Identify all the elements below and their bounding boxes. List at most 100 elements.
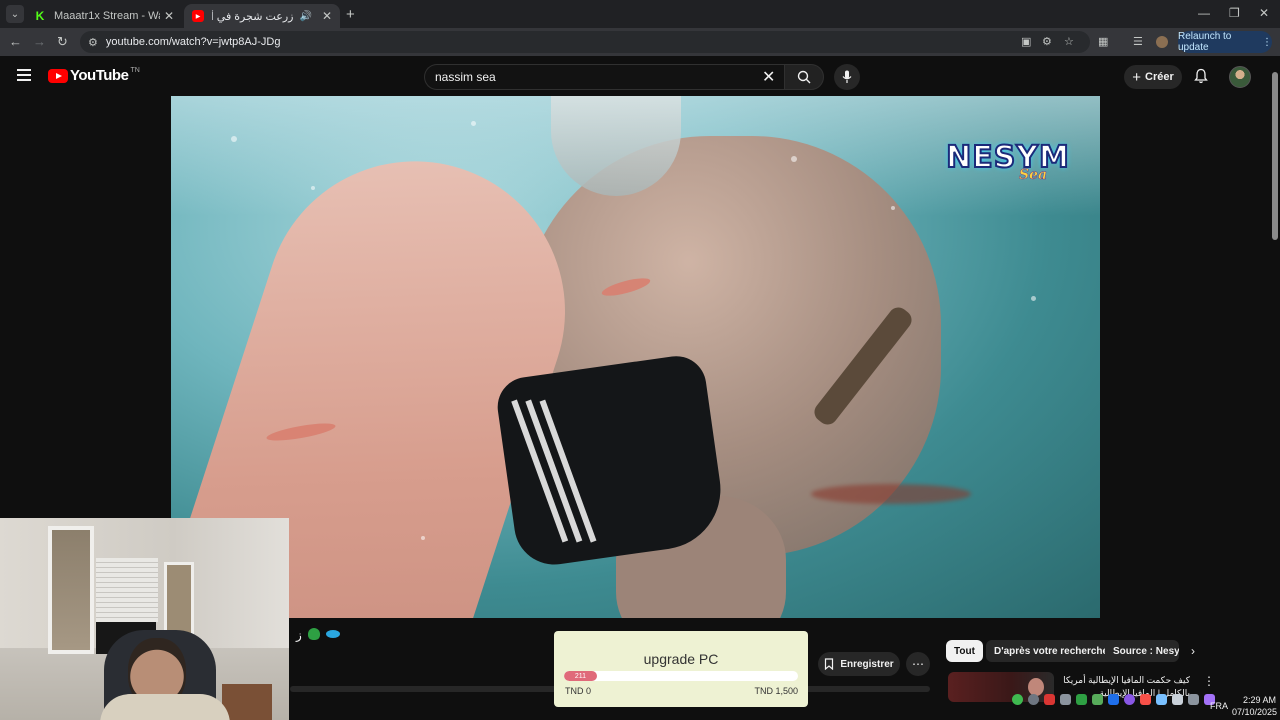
restore-icon[interactable]: ❐ [1229, 6, 1240, 20]
browser-tab-youtube[interactable]: ▶ زرعت شجرة في أعماق البحر 🔊 ✕ [184, 4, 340, 28]
channel-watermark-logo: NESYM Sea [944, 130, 1072, 192]
tray-nvidia-icon[interactable] [1076, 694, 1087, 705]
tray-network-icon[interactable] [1188, 694, 1199, 705]
page-scrollbar[interactable] [1272, 72, 1278, 240]
more-actions-button[interactable]: ⋯ [906, 652, 930, 676]
donation-max-label: TND 1,500 [754, 686, 798, 696]
search-input[interactable]: nassim sea [424, 64, 784, 90]
profile-icon[interactable] [1156, 36, 1168, 48]
create-button[interactable]: + Créer [1124, 65, 1182, 89]
create-label: Créer [1145, 71, 1174, 83]
chip-all[interactable]: Tout [946, 640, 983, 662]
youtube-play-icon [48, 68, 68, 83]
video-player[interactable]: NESYM Sea [171, 96, 1100, 618]
tray-app-icon[interactable] [1156, 694, 1167, 705]
back-icon[interactable]: ← [9, 34, 22, 49]
window-close-icon[interactable]: ✕ [1259, 6, 1269, 20]
tray-volume-icon[interactable] [1060, 694, 1071, 705]
donation-current-label: 211 [574, 672, 587, 680]
video-frame-shorts [493, 352, 729, 570]
clock-time: 2:29 AM [1242, 695, 1276, 705]
tab-search-button[interactable]: ⌄ [6, 5, 24, 23]
reading-list-icon[interactable]: ☰ [1133, 35, 1143, 48]
tab-close-icon[interactable]: ✕ [164, 9, 174, 23]
tray-app-icon[interactable] [1012, 694, 1023, 705]
title-letter: ز [296, 628, 302, 642]
watermark-sub-text: Sea [1018, 166, 1048, 183]
kick-icon: K [35, 9, 45, 23]
tab-close-icon[interactable]: ✕ [322, 9, 332, 23]
chevron-right-icon[interactable]: › [1191, 644, 1195, 658]
translate-icon[interactable]: ⚙ [1042, 35, 1052, 48]
browser-tab-kick[interactable]: K Maaatr1x Stream - Watch Live o ✕ [26, 4, 182, 28]
save-button[interactable]: Enregistrer [818, 652, 900, 676]
youtube-logo[interactable]: YouTube TN [48, 67, 140, 84]
system-tray [1012, 694, 1215, 705]
account-avatar[interactable] [1229, 66, 1251, 88]
chip-source-channel[interactable]: Source : Nesym [1105, 640, 1179, 662]
plus-icon: + [1132, 68, 1141, 86]
video-frame-bubble [791, 156, 797, 162]
menu-dots-icon: ⋮ [1262, 36, 1272, 48]
forward-icon[interactable]: → [33, 34, 46, 49]
hamburger-menu-icon[interactable] [17, 69, 31, 81]
tab-title: زرعت شجرة في أعماق البحر [212, 10, 294, 23]
video-frame-fish-blur [811, 484, 971, 504]
chip-label: Source : Nesym [1113, 645, 1179, 657]
minimize-icon[interactable]: — [1198, 6, 1210, 20]
url-text: youtube.com/watch?v=jwtp8AJ-JDg [105, 36, 281, 48]
donation-progress-fill: 211 [564, 671, 597, 681]
speaker-icon[interactable]: 🔊 [299, 11, 311, 22]
reload-icon[interactable]: ↻ [57, 34, 68, 50]
webcam-window-shutter [96, 558, 158, 622]
save-label: Enregistrer [840, 658, 894, 670]
youtube-icon: ▶ [192, 10, 204, 22]
tray-microphone-icon[interactable] [1172, 694, 1183, 705]
streamer-webcam-overlay [0, 518, 289, 720]
relaunch-label: Relaunch to update [1178, 31, 1232, 53]
address-bar[interactable]: ⚙ youtube.com/watch?v=jwtp8AJ-JDg [80, 31, 1090, 53]
search-value: nassim sea [435, 70, 496, 84]
video-title-fragment: ز [296, 628, 340, 642]
site-info-icon[interactable]: ⚙ [88, 36, 98, 49]
webcam-cabinet [222, 684, 272, 720]
webcam-streamer-body [100, 694, 230, 720]
chip-label: Tout [954, 645, 975, 657]
tray-app-icon[interactable] [1092, 694, 1103, 705]
tray-mic-muted-icon[interactable] [1044, 694, 1055, 705]
watermark-main-text: NESYM [945, 139, 1070, 176]
install-app-icon[interactable]: ▣ [1021, 35, 1031, 48]
video-frame-bubble [471, 121, 476, 126]
donation-goal-widget: upgrade PC 211 TND 0 TND 1,500 [554, 631, 808, 707]
voice-search-button[interactable] [834, 64, 860, 90]
clear-search-icon[interactable]: ✕ [762, 67, 775, 87]
more-horizontal-icon: ⋯ [912, 657, 924, 671]
extensions-icon[interactable]: ▦ [1098, 35, 1108, 48]
donation-progress-track: 211 [564, 671, 798, 681]
tray-record-icon[interactable] [1140, 694, 1151, 705]
new-tab-icon[interactable]: + [346, 6, 355, 23]
region-code: TN [130, 67, 140, 74]
clock-date: 07/10/2025 [1232, 707, 1278, 717]
tray-app-icon[interactable] [1028, 694, 1039, 705]
donation-min-label: TND 0 [565, 686, 592, 696]
youtube-logo-text: YouTube [70, 67, 129, 84]
video-frame-bubble [421, 536, 425, 540]
fish-emoji-icon [325, 630, 340, 638]
tray-app-icon[interactable] [1124, 694, 1135, 705]
taskbar-clock[interactable]: 2:29 AM 07/10/2025 [1232, 694, 1278, 718]
relaunch-button[interactable]: Relaunch to update ⋮ [1178, 31, 1272, 53]
tab-title: Maaatr1x Stream - Watch Live o [54, 10, 160, 22]
tree-emoji-icon [307, 628, 320, 640]
recommendation-menu-icon[interactable]: ⋮ [1203, 674, 1215, 688]
search-button[interactable] [784, 64, 824, 90]
donation-goal-title: upgrade PC [643, 651, 719, 667]
video-frame-bubble [231, 136, 237, 142]
chip-label: D'après votre recherche [994, 645, 1109, 657]
bookmark-star-icon[interactable]: ☆ [1064, 35, 1074, 48]
search-icon [797, 70, 811, 84]
chip-from-your-search[interactable]: D'après votre recherche [986, 640, 1117, 662]
notifications-bell-icon[interactable] [1194, 68, 1208, 84]
tray-app-icon[interactable] [1108, 694, 1119, 705]
input-language[interactable]: FRA [1210, 701, 1228, 711]
